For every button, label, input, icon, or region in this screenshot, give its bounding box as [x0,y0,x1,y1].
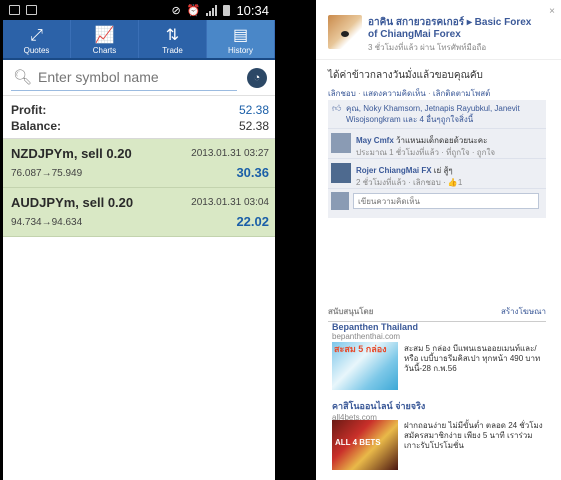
search-box: 🔍︎ [11,65,237,91]
tab-history[interactable]: ▤ History [207,20,275,58]
sponsored-ad[interactable]: คาสิโนออนไลน์ จ่ายจริง all4bets.com ALL … [332,399,546,470]
my-avatar [331,192,349,210]
tab-trade[interactable]: ⇅ Trade [139,20,207,58]
history-icon: ▤ [232,27,249,44]
mt4-phone-screen: ⊘ ⏰ 10:34 ⤢ Quotes 📈 Charts ⇅ Trade ▤ Hi… [3,0,275,480]
post-author[interactable]: อาคิน สกายวอรคเกอร์ ▸ Basic Forex of Chi… [368,17,543,41]
trade-date: 2013.01.31 03:27 [191,148,269,159]
tab-charts[interactable]: 📈 Charts [71,20,139,58]
commenter-avatar[interactable] [331,133,351,153]
create-ad-link[interactable]: สร้างโฆษณา [501,305,546,318]
trade-prices: 94.734→94.634 [11,217,83,228]
trade-symbol: NZDJPYm, sell 0.20 [11,146,132,161]
ad-title[interactable]: คาสิโนออนไลน์ จ่ายจริง [332,399,546,413]
commenter-name[interactable]: Rojer ChiangMai FX [356,166,432,175]
comment-meta: 2 ชั่วโมงที่แล้ว · เลิกชอบ · 👍1 [356,178,463,187]
symbol-search-input[interactable] [38,69,219,85]
signal-icon [206,4,218,16]
trade-row[interactable]: AUDJPYm, sell 0.20 2013.01.31 03:04 94.7… [3,188,275,237]
comment-text: ว้าแหนมเด็กดอยด้วยนะคะ [396,136,488,145]
comment-meta: ประมาณ 1 ชั่วโมงที่แล้ว · ที่ถูกใจ · ถูก… [356,148,496,157]
comment-item: Rojer ChiangMai FX เย่ สู้ๆ 2 ชั่วโมงที่… [328,159,546,189]
unlike-link[interactable]: เลิกชอบ [328,89,356,98]
search-row: 🔍︎ ◔ [3,60,275,96]
ad-description: ฝากถอนง่าย ไม่มีขั้นต่ำ ตลอด 24 ชั่วโมง … [404,421,543,450]
alarm-icon: ⏰ [186,4,201,17]
post-header: อาคิน สกายวอรคเกอร์ ▸ Basic Forex of Chi… [316,0,561,60]
close-icon[interactable]: × [549,6,555,17]
profit-label: Profit: [11,103,47,117]
status-time: 10:34 [236,2,269,18]
commenter-avatar[interactable] [331,163,351,183]
commenter-name[interactable]: May Cmfx [356,136,394,145]
ad-image[interactable]: สะสม 5 กล่อง [332,342,398,390]
sponsored-header: สนับสนุนโดย สร้างโฆษณา [328,305,546,322]
notification-mail-icon [9,5,20,15]
clock-icon[interactable]: ◔ [247,67,267,88]
trade-icon: ⇅ [165,27,180,44]
unfollow-post-link[interactable]: เลิกติดตามโพสต์ [433,89,490,98]
tab-quotes-label: Quotes [23,46,50,55]
balance-value: 52.38 [238,119,269,133]
tab-trade-label: Trade [162,46,183,55]
search-icon: 🔍︎ [13,69,33,86]
tab-quotes[interactable]: ⤢ Quotes [3,20,71,58]
likes-summary: 👍︎ คุณ, Noky Khamsorn, Jetnapis Rayubkul… [328,100,546,129]
sponsored-label: สนับสนุนโดย [328,307,374,316]
trade-prices: 76.087→75.949 [11,168,83,179]
balance-label: Balance: [11,119,62,133]
ad-image[interactable]: ALL 4 BETS [332,420,398,470]
trade-profit: 22.02 [236,214,269,229]
post-meta: 3 ชั่วโมงที่แล้ว ผ่าน โทรศัพท์มือถือ [368,43,487,52]
post-actions: เลิกชอบ · แสดงความคิดเห็น · เลิกติดตามโพ… [328,89,491,98]
comment-link[interactable]: แสดงความคิดเห็น [363,89,426,98]
likes-text[interactable]: คุณ, Noky Khamsorn, Jetnapis Rayubkul, J… [346,104,520,124]
write-comment-row [331,191,541,213]
facebook-post-panel: อาคิน สกายวอรคเกอร์ ▸ Basic Forex of Chi… [316,0,561,480]
line-chart-icon: 📈 [94,27,115,44]
balance-row: Balance: 52.38 [11,118,269,134]
trade-symbol: AUDJPYm, sell 0.20 [11,195,134,210]
feedback-box: 👍︎ คุณ, Noky Khamsorn, Jetnapis Rayubkul… [328,100,546,218]
arrows-icon: ⤢ [30,27,43,44]
ad-image-badge: ALL 4 BETS [335,438,381,447]
account-summary: Profit: 52.38 Balance: 52.38 [3,96,275,139]
profit-value: 52.38 [238,103,269,117]
ad-image-badge: สะสม 5 กล่อง [334,344,387,354]
trade-row[interactable]: NZDJPYm, sell 0.20 2013.01.31 03:27 76.0… [3,139,275,188]
comment-text: เย่ สู้ๆ [433,166,453,175]
author-avatar[interactable] [328,15,362,49]
ad-title[interactable]: Bepanthen Thailand [332,322,546,332]
trade-profit: 30.36 [236,165,269,180]
notification-image-icon [26,5,37,15]
thumbs-up-icon: 👍︎ [332,103,342,113]
comment-item: May Cmfx ว้าแหนมเด็กดอยด้วยนะคะ ประมาณ 1… [328,129,546,159]
profit-row: Profit: 52.38 [11,102,269,118]
post-status-text: ได้ค่าข้าวกลางวันมั่งแล้วขอบคุณคับ [328,70,483,81]
ad-url: bepanthenthai.com [332,332,401,341]
mute-icon: ⊘ [171,4,181,17]
main-tab-bar: ⤢ Quotes 📈 Charts ⇅ Trade ▤ History [3,20,275,60]
tab-charts-label: Charts [92,46,117,55]
battery-icon [223,4,231,16]
sponsored-ad[interactable]: Bepanthen Thailand bepanthenthai.com สะส… [332,322,546,390]
ad-description: สะสม 5 กล่อง บีแพนเธนออยเมนท์และ/หรือ เบ… [404,344,541,373]
write-comment-input[interactable] [353,193,539,209]
tab-history-label: History [228,46,253,55]
status-bar: ⊘ ⏰ 10:34 [3,0,275,20]
screenshot-root: ⊘ ⏰ 10:34 ⤢ Quotes 📈 Charts ⇅ Trade ▤ Hi… [0,0,561,480]
trade-date: 2013.01.31 03:04 [191,197,269,208]
